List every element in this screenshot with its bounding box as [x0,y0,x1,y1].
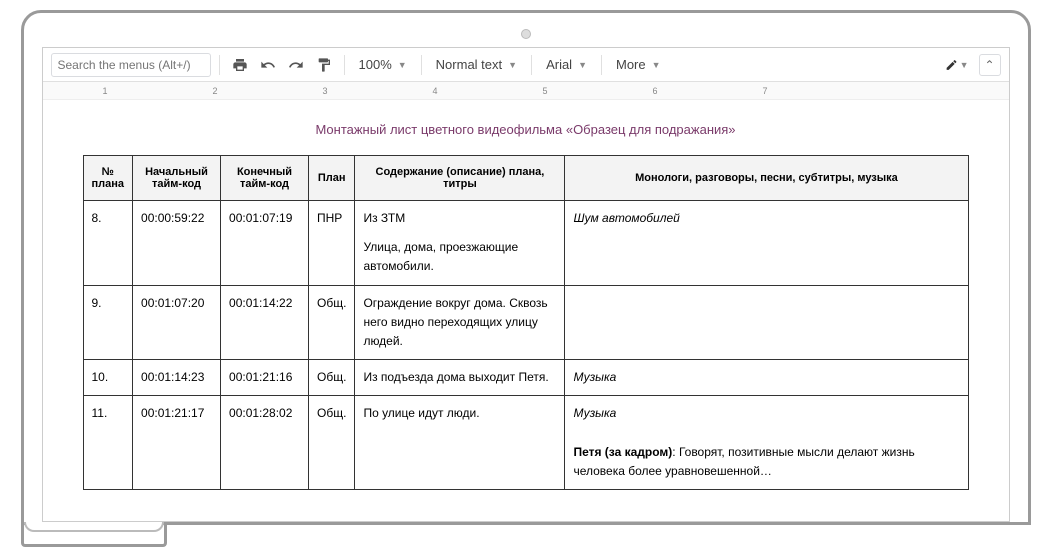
th-plan: План [309,156,355,201]
table-body[interactable]: 8.00:00:59:2200:01:07:19ПНРИз ЗТМУлица, … [83,201,968,490]
more-label: More [616,57,646,72]
ruler-mark: 6 [653,86,658,96]
ruler-mark: 3 [323,86,328,96]
expand-icon[interactable]: ⌃ [979,54,1001,76]
document-page: Монтажный лист цветного видеофильма «Обр… [43,100,1009,490]
ruler-mark: 4 [433,86,438,96]
style-value: Normal text [436,57,502,72]
th-number: № плана [83,156,133,201]
ruler: 1 2 3 4 5 6 7 [43,82,1009,100]
chevron-down-icon: ▼ [398,60,407,70]
zoom-dropdown[interactable]: 100% ▼ [353,53,413,77]
th-desc: Содержание (описание) плана, титры [355,156,565,201]
paragraph-style-dropdown[interactable]: Normal text ▼ [430,53,523,77]
document-app: 100% ▼ Normal text ▼ Arial ▼ More ▼ ▼ ⌃ 1 2 3 4… [42,47,1010,522]
shot-list-table: № плана Начальный тайм-код Конечный тайм… [83,155,969,490]
search-input[interactable] [51,53,211,77]
chevron-down-icon: ▼ [960,60,969,70]
ruler-mark: 1 [103,86,108,96]
font-dropdown[interactable]: Arial ▼ [540,53,593,77]
chevron-down-icon: ▼ [508,60,517,70]
paint-format-icon[interactable] [312,53,336,77]
th-audio: Монологи, разговоры, песни, субтитры, му… [565,156,968,201]
more-dropdown[interactable]: More ▼ [610,53,667,77]
toolbar: 100% ▼ Normal text ▼ Arial ▼ More ▼ ▼ ⌃ [43,48,1009,82]
table-row[interactable]: 10.00:01:14:2300:01:21:16Общ.Из подъезда… [83,360,968,396]
ruler-mark: 7 [763,86,768,96]
table-row[interactable]: 11.00:01:21:1700:01:28:02Общ.По улице ид… [83,396,968,490]
ruler-mark: 2 [213,86,218,96]
ruler-mark: 5 [543,86,548,96]
font-value: Arial [546,57,572,72]
laptop-mockup: 100% ▼ Normal text ▼ Arial ▼ More ▼ ▼ ⌃ 1 2 3 4… [21,10,1031,547]
redo-icon[interactable] [284,53,308,77]
table-row[interactable]: 9.00:01:07:2000:01:14:22Общ.Ограждение в… [83,285,968,360]
document-title: Монтажный лист цветного видеофильма «Обр… [83,122,969,137]
chevron-down-icon: ▼ [652,60,661,70]
table-row[interactable]: 8.00:00:59:2200:01:07:19ПНРИз ЗТМУлица, … [83,201,968,286]
camera-icon [521,29,531,39]
print-icon[interactable] [228,53,252,77]
edit-mode-icon[interactable]: ▼ [945,53,969,77]
th-tc-start: Начальный тайм-код [133,156,221,201]
chevron-down-icon: ▼ [578,60,587,70]
undo-icon[interactable] [256,53,280,77]
th-tc-end: Конечный тайм-код [221,156,309,201]
zoom-value: 100% [359,57,392,72]
